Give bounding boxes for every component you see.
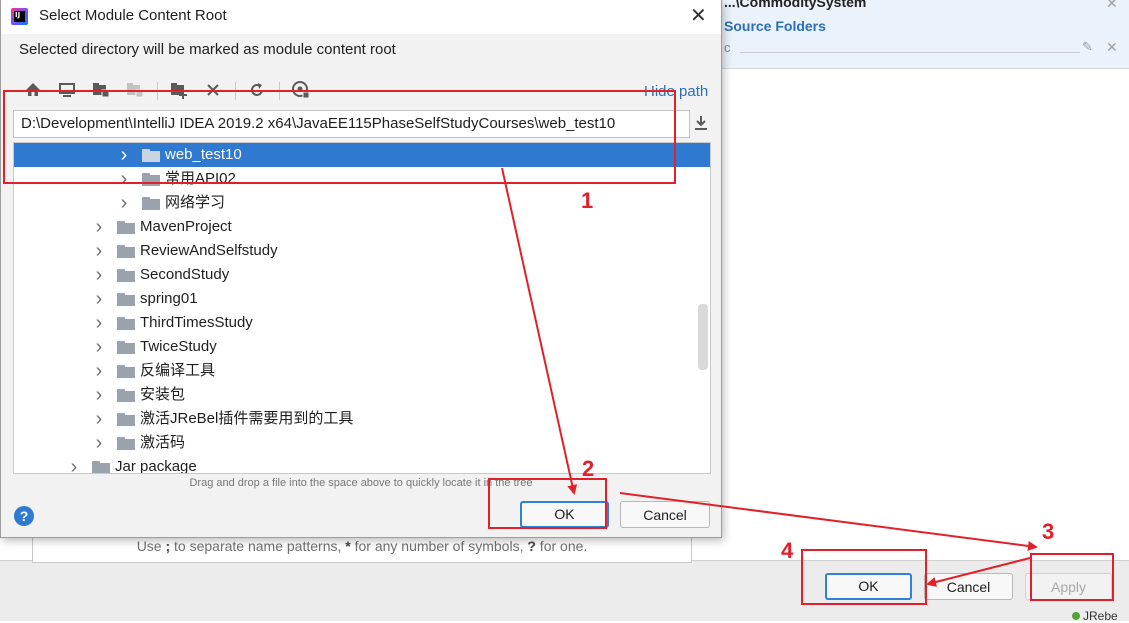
tree-scrollbar[interactable] [698,304,708,370]
tree-node[interactable]: › MavenProject [14,215,710,239]
remove-content-root-icon[interactable]: ✕ [1106,0,1118,12]
source-folders-heading: Source Folders [724,18,826,34]
tree-node-label: SecondStudy [140,266,230,283]
tree-node[interactable]: › ReviewAndSelfstudy [14,239,710,263]
chevron-right-icon[interactable]: › [93,263,105,287]
chevron-right-icon[interactable]: › [93,431,105,455]
chevron-right-icon[interactable]: › [93,215,105,239]
exclude-pattern-hint: Use ; to separate name patterns, * for a… [136,538,588,554]
help-icon[interactable]: ? [14,506,34,526]
chevron-right-icon[interactable]: › [93,359,105,383]
folder-icon [117,245,135,258]
intellij-app-icon: IJ [11,8,28,25]
folder-icon [117,317,135,330]
tree-node[interactable]: › Jar package [14,455,710,474]
remove-source-folder-icon[interactable]: ✕ [1106,39,1118,56]
annotation-box-apply [1030,553,1114,601]
annotation-step-2: 2 [582,456,595,481]
tree-node-label: 网络学习 [165,194,226,211]
content-root-path: ...\CommoditySystem [724,0,867,10]
chevron-right-icon[interactable]: › [93,335,105,359]
annotation-step-3: 3 [1042,519,1055,544]
tree-node-label: MavenProject [140,218,232,235]
chevron-right-icon[interactable]: › [118,191,130,215]
folder-icon [92,461,110,473]
annotation-box-dialog-ok [488,478,607,529]
tree-node-label: 激活码 [140,434,186,451]
tree-node-label: 安装包 [140,386,186,403]
folder-icon [117,413,135,426]
folder-icon [117,269,135,282]
edit-pencil-icon[interactable]: ✎ [1082,39,1093,55]
chevron-right-icon[interactable]: › [93,383,105,407]
tree-node[interactable]: › ThirdTimesStudy [14,311,710,335]
settings-cancel-button[interactable]: Cancel [924,573,1013,600]
folder-icon [117,341,135,354]
dialog-cancel-button[interactable]: Cancel [620,501,710,528]
chevron-right-icon[interactable]: › [93,287,105,311]
source-folder-divider [740,52,1080,53]
tree-node[interactable]: › 安装包 [14,383,710,407]
jrebel-icon [1072,612,1080,620]
annotation-box-path [3,90,676,184]
tree-node[interactable]: › 激活JReBel插件需要用到的工具 [14,407,710,431]
drag-drop-hint: Drag and drop a file into the space abov… [189,477,533,489]
directory-tree[interactable]: › web_test10 › 常用API02 › 网络学习 › MavenProject › Re… [13,142,711,474]
chevron-right-icon[interactable]: › [93,239,105,263]
folder-icon [117,389,135,402]
dialog-description: Selected directory will be marked as mod… [19,41,396,58]
chevron-right-icon[interactable]: › [93,311,105,335]
tree-node-label: TwiceStudy [140,338,217,355]
folder-icon [117,437,135,450]
tree-node-label: Jar package [115,458,197,474]
tree-node[interactable]: › spring01 [14,287,710,311]
tree-node-label: ReviewAndSelfstudy [140,242,278,259]
dialog-titlebar: IJ Select Module Content Root ✕ [1,0,721,34]
folder-icon [142,197,160,210]
tree-node-label: spring01 [140,290,198,307]
jrebel-status: JRebe [1072,609,1118,623]
close-icon[interactable]: ✕ [690,3,707,28]
chevron-right-icon[interactable]: › [68,455,80,473]
source-folder-item[interactable]: c [724,40,731,55]
tree-node-label: ThirdTimesStudy [140,314,253,331]
annotation-box-settings-ok [801,549,927,605]
exclude-pattern-box: Use ; to separate name patterns, * for a… [32,534,692,563]
panel-divider [722,68,1129,69]
annotation-step-1: 1 [581,188,594,213]
folder-icon [117,293,135,306]
folder-icon [117,221,135,234]
folder-icon [117,365,135,378]
tree-node[interactable]: › TwiceStudy [14,335,710,359]
select-content-root-dialog: IJ Select Module Content Root ✕ Selected… [0,0,722,538]
tree-node[interactable]: › 反编译工具 [14,359,710,383]
tree-node-label: 反编译工具 [140,362,216,379]
download-icon[interactable] [693,114,709,132]
annotation-step-4: 4 [781,538,794,563]
content-root-panel [722,0,1129,68]
chevron-right-icon[interactable]: › [93,407,105,431]
tree-node[interactable]: › 激活码 [14,431,710,455]
tree-node[interactable]: › SecondStudy [14,263,710,287]
tree-node[interactable]: › 网络学习 [14,191,710,215]
tree-node-label: 激活JReBel插件需要用到的工具 [140,410,354,427]
dialog-title: Select Module Content Root [39,7,227,24]
